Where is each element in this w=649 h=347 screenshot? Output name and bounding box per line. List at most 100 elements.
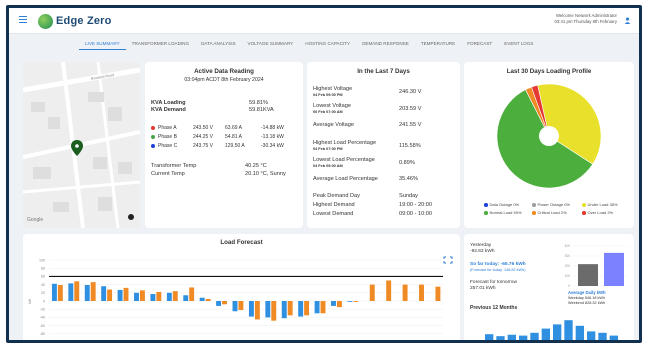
month-bar[interactable] [507,334,516,343]
forecast-bar-series-1[interactable] [117,289,123,301]
forecast-bar-series-2[interactable] [172,291,178,301]
avg-load-label: Average Load Percentage [313,176,378,182]
forecast-bar-series-1[interactable] [248,301,254,317]
forecast-bar-series-1[interactable] [265,301,271,318]
avg-voltage-label: Average Voltage [313,122,354,128]
forecast-bar-series-2[interactable] [238,301,244,311]
phase-c-dot [151,143,155,148]
month-bar[interactable] [553,324,562,343]
current-temp-value: 20.10 °C, Sunny [245,171,286,177]
forecast-bar-series-2[interactable] [304,301,310,316]
app-logo[interactable]: Edge Zero [38,12,112,30]
forecast-bar-series-2[interactable] [123,287,129,301]
map-info-icon[interactable] [128,214,134,220]
tab-transformer-loading[interactable]: TRANSFORMER LOADING [126,38,195,50]
month-bar[interactable] [609,335,618,343]
transformer-temp-label: Transformer Temp [151,163,197,169]
forecast-bar-series-2[interactable] [386,280,392,302]
forecast-bar-series-1[interactable] [51,283,57,301]
forecast-bar-series-1[interactable] [347,301,353,302]
forecast-bar-series-2[interactable] [74,281,80,301]
forecast-bar-series-2[interactable] [369,284,375,301]
forecast-bar-series-1[interactable] [166,292,172,301]
forecast-bar-series-2[interactable] [222,301,227,305]
forecast-bar-series-1[interactable] [314,301,320,314]
expand-icon[interactable] [443,256,453,264]
forecast-bar-series-1[interactable] [68,283,74,301]
map-card[interactable]: Rowland Road Google [23,62,140,228]
month-bar[interactable] [519,335,528,343]
forecast-bar-series-2[interactable] [139,290,145,301]
active-reading-title: Active Data Reading [194,68,254,75]
phase-a-current: 63.69 A [225,125,242,131]
forecast-bar-series-2[interactable] [90,282,96,301]
forecast-y-tick: 100 [39,258,45,262]
highest-demand-value: 19:00 - 20:00 [399,202,432,208]
forecast-tomorrow-label: Forecast for tomorrow [470,280,517,285]
tab-temperature[interactable]: TEMPERATURE [415,38,461,50]
forecast-bar-series-2[interactable] [402,284,408,301]
month-bar[interactable] [587,331,596,343]
month-bar[interactable] [564,320,573,343]
month-bar[interactable] [485,334,494,343]
forecast-y-tick: -20 [40,308,45,312]
month-bar[interactable] [530,332,539,343]
average-daily-chart[interactable]: 400 300 200 100 0 [558,242,630,290]
forecast-bar-series-2[interactable] [336,301,342,308]
forecast-bar-series-1[interactable] [84,285,90,301]
load-forecast-chart[interactable]: 100 80 60 40 20 0 -20 -40 -60 -80 -100 kW [23,246,460,343]
tab-demand-response[interactable]: DEMAND RESPONSE [356,38,415,50]
forecast-bar-series-1[interactable] [298,301,304,317]
forecast-bar-series-2[interactable] [57,285,63,301]
loading-profile-pie[interactable] [464,76,634,196]
forecast-bar-series-2[interactable] [419,284,424,301]
yesterday-label: Yesterday [470,243,492,248]
forecast-bar-series-1[interactable] [232,301,238,312]
month-bar[interactable] [575,325,584,343]
forecast-bar-series-1[interactable] [183,295,189,301]
tab-data-analysis[interactable]: DATA ANALYSIS [195,38,241,50]
forecast-bar-series-2[interactable] [254,301,260,320]
user-icon[interactable] [624,17,631,24]
forecast-bar-series-2[interactable] [156,291,162,301]
tab-hosting-capacity[interactable]: HOSTING CAPACITY [299,38,356,50]
forecast-bar-series-2[interactable] [205,298,211,301]
forecast-bar-series-1[interactable] [101,286,107,301]
tab-event-logs[interactable]: EVENT LOGS [498,38,539,50]
menu-icon[interactable] [19,16,27,23]
forecast-bar-series-2[interactable] [271,301,277,321]
app-window: Edge Zero Welcome Network Administrator … [6,5,642,343]
forecast-bar-series-1[interactable] [281,301,287,319]
current-temp-label: Current Temp [151,171,185,177]
tab-live-summary[interactable]: LIVE SUMMARY [79,38,126,50]
tab-voltage-summary[interactable]: VOLTAGE SUMMARY [242,38,300,50]
map-canvas[interactable]: Rowland Road Google [23,62,140,228]
tab-forecast[interactable]: FORECAST [461,38,498,50]
month-bar[interactable] [541,328,550,343]
forecast-bar-series-2[interactable] [287,301,293,316]
forecast-bar-series-1[interactable] [331,301,336,306]
highest-load-label: Highest Load Percentage 04 Feb 07:00 PM [313,140,377,151]
forecast-bar-series-1[interactable] [216,301,222,306]
active-reading-timestamp: 03:04pm ACDT 8th February 2024 [184,77,264,83]
average-daily-bar-weekend[interactable] [604,252,624,286]
forecast-bar-series-2[interactable] [353,301,359,302]
forecast-bar-series-2[interactable] [107,289,113,301]
average-daily-bar-weekday[interactable] [578,264,598,286]
previous-12-months-chart[interactable] [470,314,620,343]
avg-voltage-value: 241.55 V [399,122,422,128]
forecast-bar-series-1[interactable] [134,292,139,301]
forecast-bar-series-1[interactable] [199,297,205,301]
forecast-y-tick: 80 [41,267,45,271]
month-bar[interactable] [598,332,607,343]
nav-tabs: LIVE SUMMARY TRANSFORMER LOADING DATA AN… [79,38,539,50]
forecast-bar-series-2[interactable] [435,286,441,301]
forecast-bar-series-1[interactable] [150,294,156,301]
welcome-datetime: 03:41 pm Thursday 8th February [554,19,618,24]
transformer-temp-value: 40.25 °C [245,163,267,169]
average-daily-y-tick: 100 [565,274,571,278]
forecast-bar-series-2[interactable] [189,287,195,301]
month-bar[interactable] [496,336,505,343]
forecast-bar-series-2[interactable] [320,301,326,314]
lowest-demand-label: Lowest Demand [313,211,354,217]
